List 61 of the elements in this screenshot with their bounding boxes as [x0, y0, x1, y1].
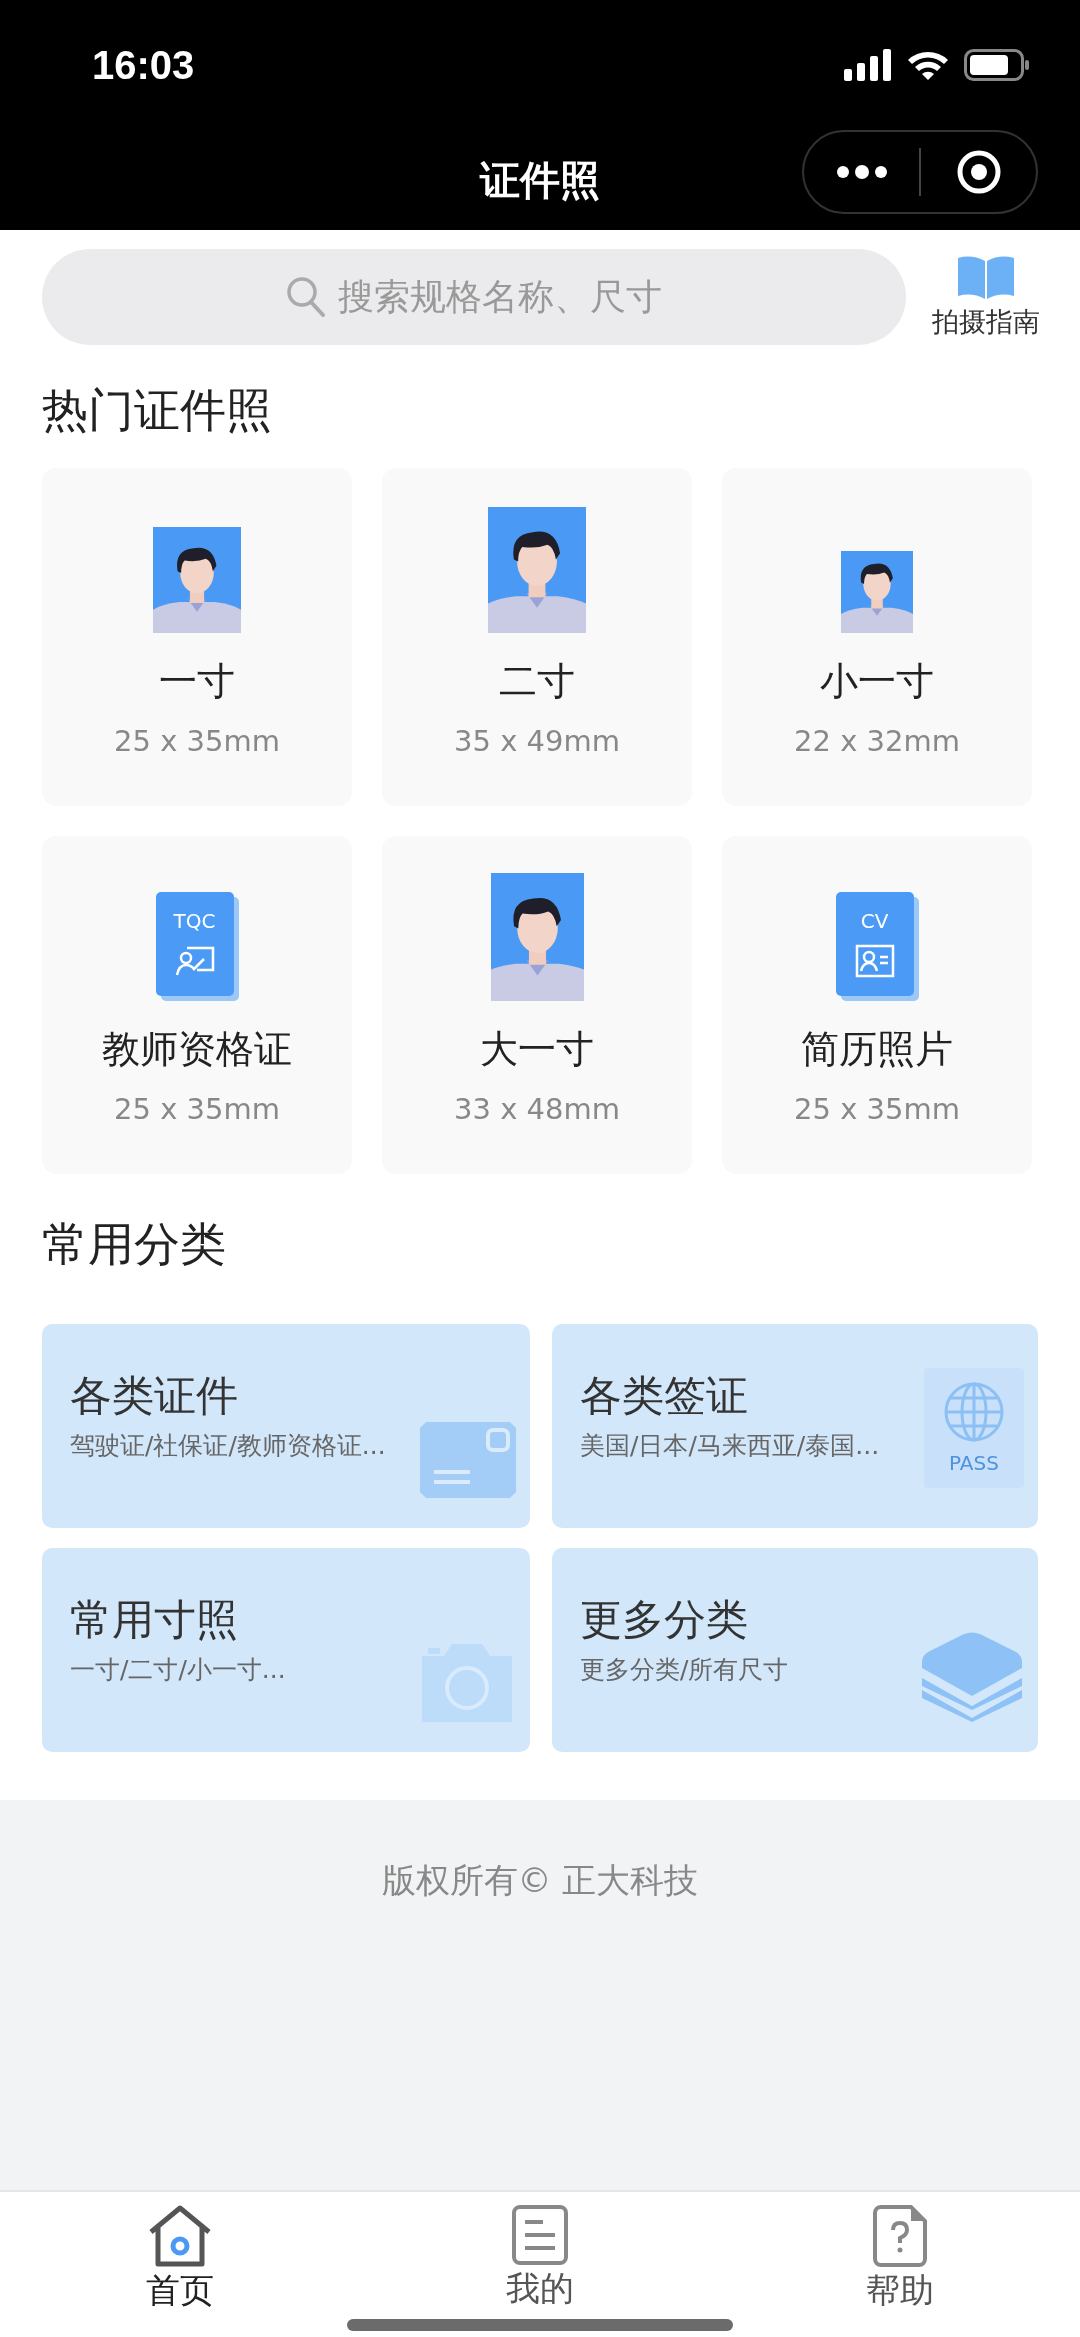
category-subtitle: 美国/日本/马来西亚/泰国...: [580, 1430, 880, 1462]
teacher-board-icon: [174, 944, 215, 978]
portrait-icon: [488, 507, 586, 633]
spec-name: 小一寸: [820, 658, 934, 705]
wifi-icon: [906, 49, 950, 81]
book-icon: [956, 254, 1016, 300]
spec-size: 35 x 49mm: [454, 723, 620, 760]
category-subtitle: 更多分类/所有尺寸: [580, 1654, 789, 1686]
spec-size: 25 x 35mm: [114, 1091, 280, 1128]
signal-icon: [844, 49, 892, 81]
spec-name: 一寸: [159, 658, 235, 705]
spec-name: 简历照片: [801, 1026, 953, 1073]
spec-name: 大一寸: [480, 1026, 594, 1073]
globe-icon: [943, 1381, 1005, 1443]
guide-button[interactable]: 拍摄指南: [930, 254, 1042, 340]
section-heading: 常用分类: [42, 1216, 227, 1273]
section-heading: 热门证件照: [42, 382, 273, 439]
cover-label: CV: [860, 910, 889, 932]
close-target-icon[interactable]: [955, 149, 1002, 195]
spec-card[interactable]: 小一寸 22 x 32mm: [722, 468, 1032, 806]
clock: 16:03: [92, 42, 195, 88]
page-title: 证件照: [480, 155, 600, 205]
spec-size: 22 x 32mm: [794, 723, 960, 760]
category-title: 各类证件: [70, 1370, 238, 1422]
spec-card[interactable]: TQC 教师资格证 25 x 35mm: [42, 836, 352, 1174]
tab-item[interactable]: 帮助: [720, 2192, 1080, 2337]
spec-card[interactable]: CV 简历照片 25 x 35mm: [722, 836, 1032, 1174]
spec-size: 25 x 35mm: [794, 1091, 960, 1128]
portrait-icon: [153, 527, 241, 633]
id-card-icon: [420, 1422, 516, 1498]
category-card[interactable]: 常用寸照 一寸/二寸/小一寸...: [42, 1548, 530, 1752]
spec-card[interactable]: 大一寸 33 x 48mm: [382, 836, 692, 1174]
spec-size: 25 x 35mm: [114, 723, 280, 760]
help-file-icon: [872, 2204, 928, 2268]
category-card[interactable]: 各类证件 驾驶证/社保证/教师资格证...: [42, 1324, 530, 1528]
category-title: 各类签证: [580, 1370, 748, 1422]
more-icon[interactable]: [836, 165, 887, 179]
portrait-icon: [490, 873, 584, 1001]
category-title: 更多分类: [580, 1594, 748, 1646]
spec-card[interactable]: 二寸 35 x 49mm: [382, 468, 692, 806]
profile-card-icon: [854, 944, 895, 978]
spec-card[interactable]: 一寸 25 x 35mm: [42, 468, 352, 806]
spec-size: 33 x 48mm: [454, 1091, 620, 1128]
document-icon: [511, 2204, 569, 2266]
cover-label: TQC: [173, 910, 216, 932]
spec-name: 教师资格证: [102, 1026, 292, 1073]
tab-item[interactable]: 我的: [360, 2192, 720, 2337]
portrait-icon: [841, 551, 913, 633]
tab-item[interactable]: 首页: [0, 2192, 360, 2337]
home-icon: [147, 2204, 213, 2268]
category-card[interactable]: 更多分类 更多分类/所有尺寸: [552, 1548, 1038, 1752]
category-title: 常用寸照: [70, 1594, 238, 1646]
battery-icon: [964, 49, 1030, 81]
search-icon: [286, 276, 326, 318]
category-card[interactable]: 各类签证 美国/日本/马来西亚/泰国... PASS: [552, 1324, 1038, 1528]
copyright-text: 版权所有© 正大科技: [381, 1860, 699, 1900]
spec-name: 二寸: [499, 658, 575, 705]
category-subtitle: 驾驶证/社保证/教师资格证...: [70, 1430, 386, 1462]
category-subtitle: 一寸/二寸/小一寸...: [70, 1654, 286, 1686]
passport-label: PASS: [949, 1451, 999, 1475]
layers-icon: [920, 1632, 1024, 1722]
